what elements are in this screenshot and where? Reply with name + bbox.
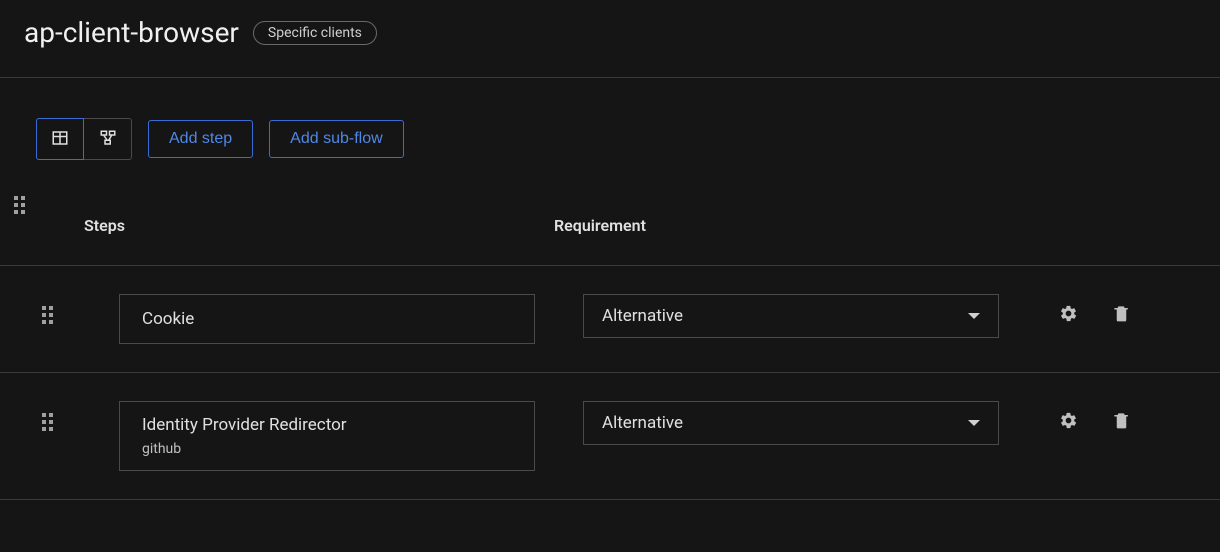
table-icon <box>51 129 69 150</box>
step-alias: github <box>142 441 512 457</box>
row-actions <box>1059 401 1131 434</box>
delete-button[interactable] <box>1112 411 1131 434</box>
requirement-select[interactable]: Alternative <box>583 401 999 445</box>
table-view-toggle[interactable] <box>36 118 84 160</box>
column-header-steps: Steps <box>84 216 554 235</box>
column-header-requirement: Requirement <box>554 216 646 235</box>
drag-handle-icon[interactable] <box>24 294 74 324</box>
settings-button[interactable] <box>1059 411 1078 434</box>
diagram-icon <box>99 129 117 150</box>
requirement-value: Alternative <box>602 413 683 433</box>
trash-icon <box>1112 304 1131 327</box>
view-toggle-group <box>36 118 132 160</box>
chevron-down-icon <box>968 313 980 319</box>
gear-icon <box>1059 304 1078 327</box>
step-cell: Identity Provider Redirector github <box>119 401 535 471</box>
table-row: Identity Provider Redirector github Alte… <box>0 373 1220 500</box>
step-name: Cookie <box>142 309 512 329</box>
trash-icon <box>1112 411 1131 434</box>
add-subflow-button[interactable]: Add sub-flow <box>269 120 404 158</box>
diagram-view-toggle[interactable] <box>84 118 132 160</box>
page-title: ap-client-browser <box>24 16 239 49</box>
chevron-down-icon <box>968 420 980 426</box>
settings-button[interactable] <box>1059 304 1078 327</box>
page-header: ap-client-browser Specific clients <box>0 0 1220 78</box>
gear-icon <box>1059 411 1078 434</box>
type-badge: Specific clients <box>253 21 377 45</box>
step-name: Identity Provider Redirector <box>142 415 512 435</box>
table-row: Cookie Alternative <box>0 266 1220 373</box>
toolbar: Add step Add sub-flow <box>0 78 1220 190</box>
drag-handle-icon[interactable] <box>24 401 74 431</box>
row-actions <box>1059 294 1131 327</box>
step-cell: Cookie <box>119 294 535 344</box>
table-header: Steps Requirement <box>0 204 1220 266</box>
requirement-value: Alternative <box>602 306 683 326</box>
requirement-select[interactable]: Alternative <box>583 294 999 338</box>
delete-button[interactable] <box>1112 304 1131 327</box>
add-step-button[interactable]: Add step <box>148 120 253 158</box>
